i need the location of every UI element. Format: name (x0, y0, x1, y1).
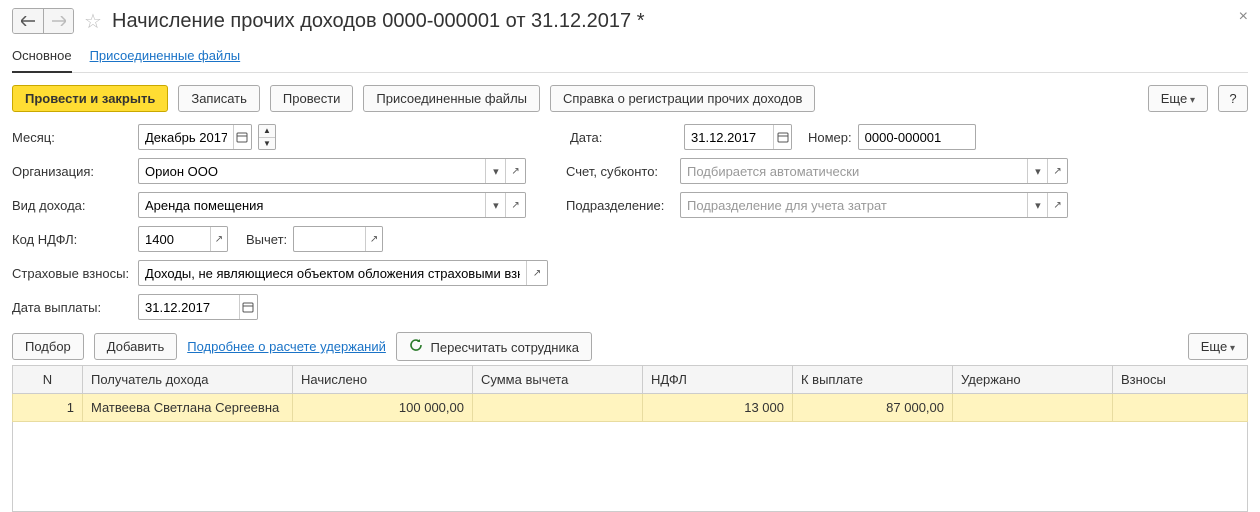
favorite-star-icon[interactable]: ☆ (82, 10, 104, 32)
table-row[interactable]: 1 Матвеева Светлана Сергеевна 100 000,00… (13, 394, 1248, 422)
post-button[interactable]: Провести (270, 85, 354, 112)
month-up-button[interactable]: ▲ (259, 125, 275, 137)
date-input[interactable] (685, 125, 773, 149)
open-external-icon (1053, 165, 1061, 177)
account-label: Счет, субконто: (566, 164, 674, 179)
income-type-dropdown-button[interactable] (485, 193, 505, 217)
calendar-icon (242, 301, 254, 313)
grid-empty-area[interactable] (12, 422, 1248, 512)
col-deduction[interactable]: Сумма вычета (473, 366, 643, 394)
department-label: Подразделение: (566, 198, 674, 213)
tab-files[interactable]: Присоединенные файлы (90, 44, 241, 72)
calendar-icon (236, 131, 248, 143)
post-and-close-button[interactable]: Провести и закрыть (12, 85, 168, 112)
insurance-open-button[interactable] (526, 261, 547, 285)
main-toolbar: Провести и закрыть Записать Провести При… (12, 85, 1248, 112)
close-button[interactable]: × (1239, 8, 1248, 26)
recalc-label: Пересчитать сотрудника (431, 340, 579, 355)
cell-recipient: Матвеева Светлана Сергеевна (83, 394, 293, 422)
income-type-input[interactable] (139, 193, 485, 217)
cell-n: 1 (13, 394, 83, 422)
refresh-icon (409, 338, 423, 352)
income-type-label: Вид дохода: (12, 198, 132, 213)
organization-dropdown-button[interactable] (485, 159, 505, 183)
col-to-pay[interactable]: К выплате (793, 366, 953, 394)
open-external-icon (1053, 199, 1061, 211)
add-button[interactable]: Добавить (94, 333, 177, 360)
number-input[interactable] (859, 125, 975, 149)
calendar-icon (777, 131, 789, 143)
open-external-icon (215, 233, 223, 245)
nav-forward-button[interactable] (43, 9, 73, 33)
deduction-label: Вычет: (246, 232, 287, 247)
month-spinner: ▲ ▼ (258, 124, 276, 150)
col-contrib[interactable]: Взносы (1113, 366, 1248, 394)
ndfl-code-label: Код НДФЛ: (12, 232, 132, 247)
month-calendar-button[interactable] (233, 125, 251, 149)
col-ndfl[interactable]: НДФЛ (643, 366, 793, 394)
open-external-icon (511, 165, 519, 177)
date-label: Дата: (570, 130, 678, 145)
cell-contrib (1113, 394, 1248, 422)
nav-group (12, 8, 74, 34)
organization-label: Организация: (12, 164, 132, 179)
month-label: Месяц: (12, 130, 132, 145)
account-open-button[interactable] (1047, 159, 1067, 183)
date-calendar-button[interactable] (773, 125, 791, 149)
cell-withheld (953, 394, 1113, 422)
cell-accrued: 100 000,00 (293, 394, 473, 422)
open-external-icon (370, 233, 378, 245)
account-dropdown-button[interactable] (1027, 159, 1047, 183)
income-type-open-button[interactable] (505, 193, 525, 217)
deduction-open-button[interactable] (365, 227, 382, 251)
pay-date-label: Дата выплаты: (12, 300, 132, 315)
insurance-input[interactable] (139, 261, 526, 285)
open-external-icon (511, 199, 519, 211)
attached-files-button[interactable]: Присоединенные файлы (363, 85, 540, 112)
col-n[interactable]: N (13, 366, 83, 394)
deduction-input[interactable] (294, 227, 365, 251)
page-title: Начисление прочих доходов 0000-000001 от… (112, 10, 644, 33)
account-input[interactable] (681, 159, 1027, 183)
details-link[interactable]: Подробнее о расчете удержаний (187, 339, 386, 354)
organization-open-button[interactable] (505, 159, 525, 183)
month-input[interactable] (139, 125, 233, 149)
pay-date-calendar-button[interactable] (239, 295, 257, 319)
arrow-right-icon (52, 16, 66, 26)
nav-back-button[interactable] (13, 9, 43, 33)
cell-to-pay: 87 000,00 (793, 394, 953, 422)
table-toolbar: Подбор Добавить Подробнее о расчете удер… (12, 332, 1248, 361)
department-open-button[interactable] (1047, 193, 1067, 217)
pay-date-input[interactable] (139, 295, 239, 319)
ndfl-code-input[interactable] (139, 227, 210, 251)
arrow-left-icon (21, 16, 35, 26)
more-button[interactable]: Еще (1148, 85, 1208, 112)
save-button[interactable]: Записать (178, 85, 260, 112)
col-accrued[interactable]: Начислено (293, 366, 473, 394)
certificate-button[interactable]: Справка о регистрации прочих доходов (550, 85, 815, 112)
organization-input[interactable] (139, 159, 485, 183)
department-dropdown-button[interactable] (1027, 193, 1047, 217)
tabs: Основное Присоединенные файлы (12, 38, 1248, 73)
number-label: Номер: (808, 130, 852, 145)
month-down-button[interactable]: ▼ (259, 137, 275, 149)
tab-main[interactable]: Основное (12, 44, 72, 73)
recalc-button[interactable]: Пересчитать сотрудника (396, 332, 592, 361)
department-input[interactable] (681, 193, 1027, 217)
help-button[interactable]: ? (1218, 85, 1248, 112)
data-grid: N Получатель дохода Начислено Сумма выче… (12, 365, 1248, 422)
ndfl-code-open-button[interactable] (210, 227, 227, 251)
cell-ndfl: 13 000 (643, 394, 793, 422)
insurance-label: Страховые взносы: (12, 266, 132, 281)
table-more-button[interactable]: Еще (1188, 333, 1248, 360)
open-external-icon (533, 267, 541, 279)
col-recipient[interactable]: Получатель дохода (83, 366, 293, 394)
cell-deduction (473, 394, 643, 422)
col-withheld[interactable]: Удержано (953, 366, 1113, 394)
pick-button[interactable]: Подбор (12, 333, 84, 360)
